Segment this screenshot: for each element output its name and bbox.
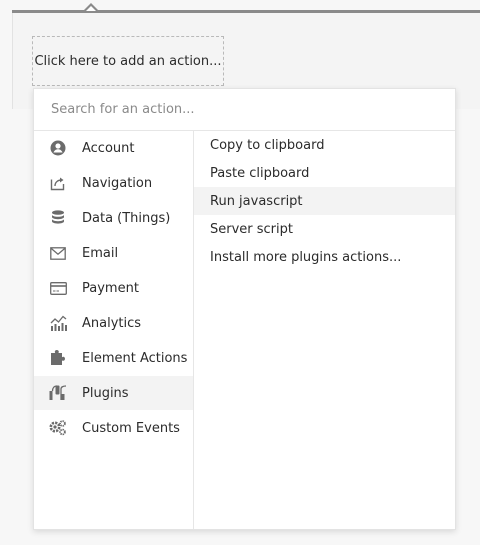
database-icon (49, 209, 67, 227)
email-icon (49, 244, 67, 262)
category-label: Plugins (82, 385, 129, 401)
category-data-things[interactable]: Data (Things) (34, 201, 193, 235)
action-label: Run javascript (210, 193, 303, 209)
category-label: Analytics (82, 315, 142, 331)
action-label: Paste clipboard (210, 165, 310, 181)
category-label: Payment (82, 280, 139, 296)
category-label: Email (82, 245, 119, 261)
action-run-javascript[interactable]: Run javascript (194, 187, 455, 215)
category-navigation[interactable]: Navigation (34, 166, 193, 200)
plugins-icon (49, 384, 67, 402)
analytics-icon (49, 314, 67, 332)
category-label: Navigation (82, 175, 153, 191)
category-label: Data (Things) (82, 210, 171, 226)
category-label: Element Actions (82, 350, 188, 366)
action-install-more-plugins[interactable]: Install more plugins actions... (194, 243, 455, 271)
action-label: Install more plugins actions... (210, 249, 402, 265)
action-paste-clipboard[interactable]: Paste clipboard (194, 159, 455, 187)
add-action-button[interactable]: Click here to add an action... (32, 36, 224, 86)
category-label: Account (82, 140, 135, 156)
action-search-bar (34, 89, 455, 131)
action-picker-dropdown: Account Navigation Data (Things) Email P… (33, 88, 456, 530)
category-account[interactable]: Account (34, 131, 193, 165)
puzzle-icon (49, 349, 67, 367)
category-payment[interactable]: Payment (34, 271, 193, 305)
navigation-icon (49, 174, 67, 192)
category-label: Custom Events (82, 420, 180, 436)
pointer-notch-inner (86, 6, 96, 11)
account-icon (49, 139, 67, 157)
category-email[interactable]: Email (34, 236, 193, 270)
category-element-actions[interactable]: Element Actions (34, 341, 193, 375)
action-server-script[interactable]: Server script (194, 215, 455, 243)
action-copy-to-clipboard[interactable]: Copy to clipboard (194, 131, 455, 159)
category-custom-events[interactable]: Custom Events (34, 411, 193, 445)
action-label: Copy to clipboard (210, 137, 325, 153)
action-category-list: Account Navigation Data (Things) Email P… (34, 131, 194, 529)
category-analytics[interactable]: Analytics (34, 306, 193, 340)
plugin-actions-list: Copy to clipboard Paste clipboard Run ja… (194, 131, 455, 529)
action-label: Server script (210, 221, 293, 237)
action-search-input[interactable] (49, 101, 433, 118)
gears-icon (49, 419, 67, 437)
category-plugins[interactable]: Plugins (34, 376, 193, 410)
credit-card-icon (49, 279, 67, 297)
